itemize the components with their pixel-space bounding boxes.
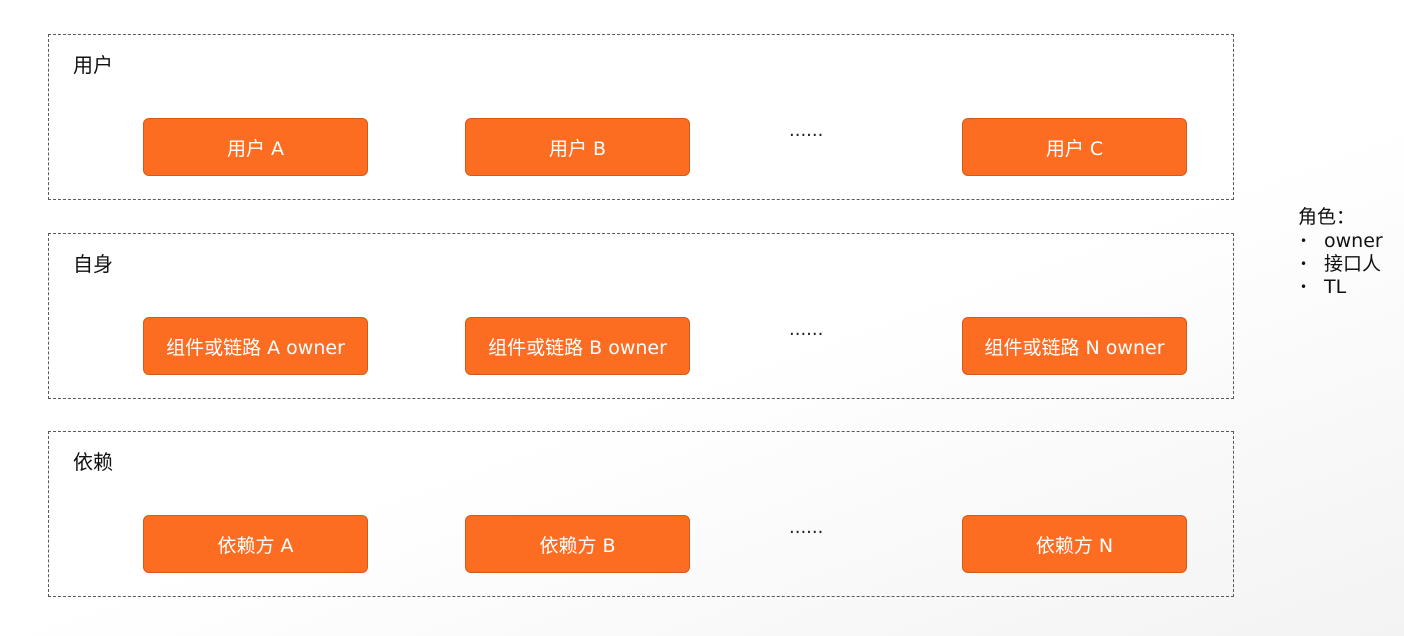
ellipsis: ......	[789, 319, 824, 340]
dependency-a-node[interactable]: 依赖方 A	[143, 515, 368, 573]
component-n-owner-node[interactable]: 组件或链路 N owner	[962, 317, 1187, 375]
dependency-b-node[interactable]: 依赖方 B	[465, 515, 690, 573]
group-self: 自身 组件或链路 A owner 组件或链路 B owner ...... 组件…	[48, 233, 1234, 399]
ellipsis: ......	[789, 517, 824, 538]
legend-item: • TL	[1298, 276, 1398, 299]
legend-list: • owner • 接口人 • TL	[1298, 230, 1398, 299]
legend-title: 角色：	[1298, 206, 1356, 228]
legend-item-label: TL	[1324, 276, 1347, 298]
legend-item: • owner	[1298, 230, 1398, 253]
group-title: 依赖	[73, 450, 113, 474]
bullet-icon: •	[1300, 280, 1308, 294]
component-a-owner-node[interactable]: 组件或链路 A owner	[143, 317, 368, 375]
legend-item: • 接口人	[1298, 253, 1398, 276]
user-b-node[interactable]: 用户 B	[465, 118, 690, 176]
component-b-owner-node[interactable]: 组件或链路 B owner	[465, 317, 690, 375]
group-title: 自身	[73, 252, 113, 276]
group-dependencies: 依赖 依赖方 A 依赖方 B ...... 依赖方 N	[48, 431, 1234, 597]
user-a-node[interactable]: 用户 A	[143, 118, 368, 176]
legend-item-label: 接口人	[1324, 253, 1382, 275]
dependency-n-node[interactable]: 依赖方 N	[962, 515, 1187, 573]
group-users: 用户 用户 A 用户 B ...... 用户 C	[48, 34, 1234, 200]
roles-legend: 角色： • owner • 接口人 • TL	[1298, 206, 1398, 299]
bullet-icon: •	[1300, 257, 1308, 271]
legend-item-label: owner	[1324, 230, 1383, 252]
user-c-node[interactable]: 用户 C	[962, 118, 1187, 176]
group-title: 用户	[73, 53, 113, 77]
bullet-icon: •	[1300, 234, 1308, 248]
ellipsis: ......	[789, 120, 824, 141]
